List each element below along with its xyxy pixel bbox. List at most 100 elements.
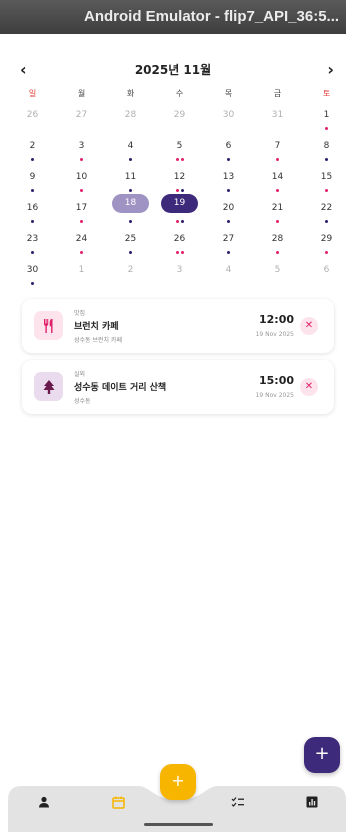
calendar-day[interactable]: 24 (57, 228, 106, 259)
event-card[interactable]: 실외 성수동 데이트 거리 산책 성수동 15:00 19 Nov 2025 ✕ (22, 360, 334, 414)
calendar-day[interactable]: 17 (57, 197, 106, 228)
event-dot-navy (31, 282, 34, 285)
calendar-day[interactable]: 4 (106, 135, 155, 166)
event-dot-navy (31, 251, 34, 254)
day-number: 15 (320, 172, 333, 182)
calendar-day[interactable]: 9 (8, 166, 57, 197)
remove-event-button[interactable]: ✕ (300, 378, 318, 396)
calendar-day[interactable]: 27 (204, 228, 253, 259)
day-number: 28 (271, 234, 284, 244)
calendar-day[interactable]: 26 (8, 104, 57, 135)
calendar-day[interactable]: 5 (155, 135, 204, 166)
event-dot-pink (175, 251, 179, 254)
nav-profile[interactable] (32, 792, 56, 812)
calendar-day[interactable]: 25 (106, 228, 155, 259)
calendar-day[interactable]: 3 (57, 135, 106, 166)
calendar-day[interactable]: 21 (253, 197, 302, 228)
event-dot-pink (80, 251, 83, 254)
calendar-day[interactable]: 12 (155, 166, 204, 197)
event-dots (204, 187, 253, 192)
event-dot-pink (80, 158, 83, 161)
nav-calendar[interactable] (106, 792, 130, 812)
calendar-day[interactable]: 31 (253, 104, 302, 135)
event-dot-navy (325, 220, 328, 223)
event-dots (204, 249, 253, 254)
nav-stats[interactable] (300, 792, 324, 812)
calendar-day[interactable]: 2 (8, 135, 57, 166)
calendar-day[interactable]: 10 (57, 166, 106, 197)
calendar-day[interactable]: 7 (253, 135, 302, 166)
calendar-day[interactable]: 30 (8, 259, 57, 290)
event-dots (302, 125, 346, 130)
calendar-day[interactable]: 1 (57, 259, 106, 290)
event-dot-navy (227, 189, 230, 192)
calendar-day[interactable]: 3 (155, 259, 204, 290)
calendar-day[interactable]: 28 (253, 228, 302, 259)
calendar-day[interactable]: 8 (302, 135, 346, 166)
calendar-day[interactable]: 13 (204, 166, 253, 197)
calendar-day[interactable]: 5 (253, 259, 302, 290)
calendar-day-selected[interactable]: 19 (155, 194, 204, 228)
day-number: 6 (225, 141, 232, 151)
event-dots (302, 280, 346, 284)
calendar-day[interactable]: 2 (106, 259, 155, 290)
event-dots (8, 187, 57, 192)
day-number: 10 (75, 172, 88, 182)
day-number: 30 (26, 265, 39, 275)
event-dots (302, 187, 346, 192)
window-title: Android Emulator - flip7_API_36:5... (84, 8, 340, 25)
event-dots (106, 187, 155, 192)
weekday-sun: 일 (28, 89, 37, 98)
calendar-day[interactable]: 23 (8, 228, 57, 259)
event-dot-navy (227, 158, 230, 161)
event-dot-navy (31, 220, 34, 223)
calendar-day[interactable]: 29 (155, 104, 204, 135)
day-number: 9 (29, 172, 36, 182)
calendar-day[interactable]: 6 (302, 259, 346, 290)
day-number: 27 (222, 234, 235, 244)
weekday-fri: 금 (273, 89, 282, 98)
event-card[interactable]: 맛집 브런치 카페 성수동 브런치 카페 12:00 19 Nov 2025 ✕ (22, 299, 334, 353)
event-dots (106, 218, 155, 223)
event-title: 브런치 카페 (74, 322, 119, 332)
day-number: 5 (274, 265, 281, 275)
bar-chart-icon (306, 796, 318, 808)
next-month-button[interactable]: › (327, 60, 334, 80)
calendar-day[interactable]: 1 (302, 104, 346, 135)
center-add-button[interactable]: + (160, 764, 196, 800)
event-dots (8, 156, 57, 161)
calendar-day[interactable]: 27 (57, 104, 106, 135)
add-event-button[interactable]: + (304, 737, 340, 773)
event-dot-navy (129, 158, 132, 161)
event-dots (57, 156, 106, 161)
event-dot-navy (31, 158, 34, 161)
nav-checklist[interactable] (226, 792, 250, 812)
calendar-day[interactable]: 26 (155, 228, 204, 259)
event-dots (253, 125, 302, 129)
calendar-day[interactable]: 14 (253, 166, 302, 197)
event-dot-pink (175, 189, 179, 192)
day-number: 4 (225, 265, 232, 275)
day-number: 6 (323, 265, 330, 275)
event-dot-navy (227, 220, 230, 223)
remove-event-button[interactable]: ✕ (300, 317, 318, 335)
calendar-day[interactable]: 28 (106, 104, 155, 135)
day-number: 8 (323, 141, 330, 151)
event-dots (8, 125, 57, 129)
calendar-day[interactable]: 16 (8, 197, 57, 228)
calendar-day[interactable]: 15 (302, 166, 346, 197)
calendar-day[interactable]: 29 (302, 228, 346, 259)
day-number: 1 (78, 265, 85, 275)
calendar-day[interactable]: 4 (204, 259, 253, 290)
calendar-day-selected[interactable]: 18 (106, 194, 155, 228)
calendar-day[interactable]: 11 (106, 166, 155, 197)
event-dot-navy (180, 220, 184, 223)
day-number: 29 (320, 234, 333, 244)
month-title: 2025년 11월 (134, 63, 212, 77)
event-dots (253, 249, 302, 254)
calendar-day[interactable]: 6 (204, 135, 253, 166)
calendar-day[interactable]: 30 (204, 104, 253, 135)
calendar-day[interactable]: 22 (302, 197, 346, 228)
event-dots (106, 156, 155, 161)
calendar-day[interactable]: 20 (204, 197, 253, 228)
